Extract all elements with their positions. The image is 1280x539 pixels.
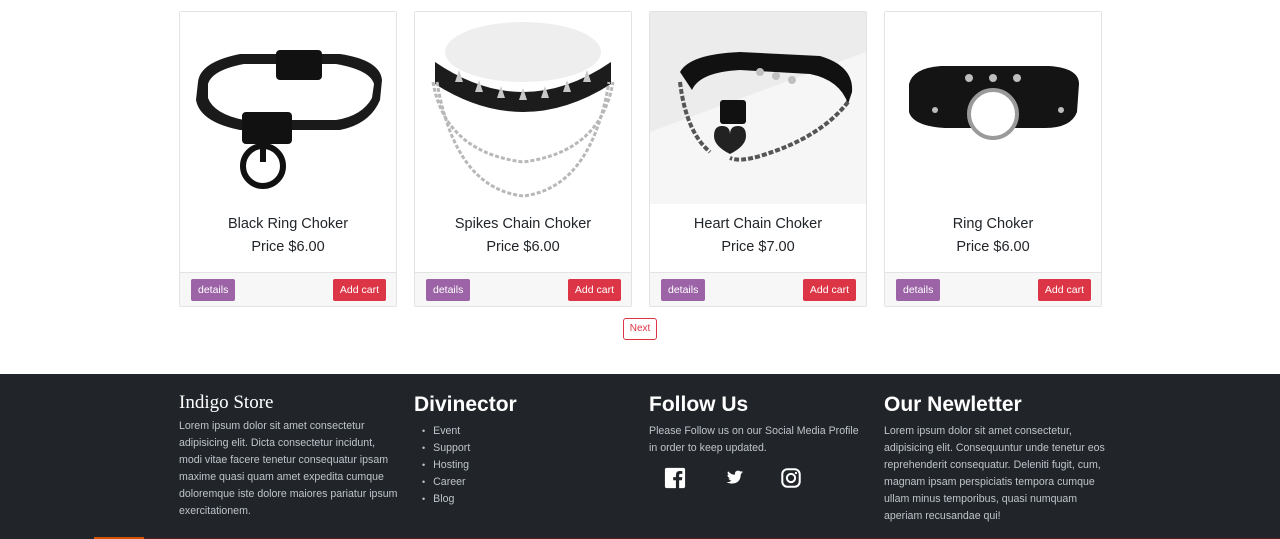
product-card: Spikes Chain Choker Price $6.00 details … [414,11,632,307]
footer-newsletter-title: Our Newletter [884,393,1022,416]
product-name: Heart Chain Choker [693,216,823,232]
add-cart-button[interactable]: Add cart [802,279,856,301]
product-name: Black Ring Choker [227,216,349,232]
card-footer: details Add cart [180,272,396,306]
footer-follow-text: Please Follow us on our Social Media Pro… [649,425,859,454]
product-image[interactable] [650,12,866,204]
product-name: Spikes Chain Choker [454,216,592,232]
details-button[interactable]: details [426,279,471,301]
footer-links-column: Divinector Event Support Hosting Career … [414,374,624,508]
footer-links-title: Divinector [414,393,517,416]
facebook-icon[interactable] [664,467,686,489]
product-image[interactable] [415,12,631,204]
footer-follow-column: Follow Us Please Follow us on our Social… [649,374,859,489]
details-button[interactable]: details [896,279,941,301]
site-footer: Indigo Store Lorem ipsum dolor sit amet … [0,374,1280,539]
product-card: Black Ring Choker Price $6.00 details Ad… [179,11,397,307]
footer-store-text: Lorem ipsum dolor sit amet consectetur a… [179,420,398,517]
add-cart-button[interactable]: Add cart [1037,279,1091,301]
product-price: Price $6.00 [486,239,560,255]
product-image[interactable] [180,12,396,204]
card-footer: details Add cart [885,272,1101,306]
product-card: Ring Choker Price $6.00 details Add cart [884,11,1102,307]
product-price: Price $6.00 [956,239,1030,255]
add-cart-button[interactable]: Add cart [567,279,621,301]
footer-newsletter-text: Lorem ipsum dolor sit amet consectetur, … [884,425,1105,522]
footer-newsletter-column: Our Newletter Lorem ipsum dolor sit amet… [884,374,1109,525]
instagram-icon[interactable] [780,467,802,489]
footer-link-support[interactable]: Support [422,440,624,457]
footer-store-column: Indigo Store Lorem ipsum dolor sit amet … [179,374,399,520]
footer-link-event[interactable]: Event [422,423,624,440]
product-grid: Black Ring Choker Price $6.00 details Ad… [179,11,1102,307]
product-price: Price $7.00 [721,239,795,255]
footer-link-blog[interactable]: Blog [422,491,624,508]
details-button[interactable]: details [191,279,236,301]
card-footer: details Add cart [415,272,631,306]
footer-link-hosting[interactable]: Hosting [422,457,624,474]
product-price: Price $6.00 [251,239,325,255]
product-image[interactable] [885,12,1101,204]
details-button[interactable]: details [661,279,706,301]
add-cart-button[interactable]: Add cart [332,279,386,301]
footer-follow-title: Follow Us [649,393,749,416]
product-card: Heart Chain Choker Price $7.00 details A… [649,11,867,307]
card-footer: details Add cart [650,272,866,306]
footer-link-career[interactable]: Career [422,474,624,491]
twitter-icon[interactable] [722,467,744,489]
next-page-button[interactable]: Next [623,318,657,340]
footer-store-title: Indigo Store [179,392,274,413]
product-name: Ring Choker [952,216,1034,232]
footer-links-list: Event Support Hosting Career Blog [414,423,624,508]
social-icons [664,467,859,489]
